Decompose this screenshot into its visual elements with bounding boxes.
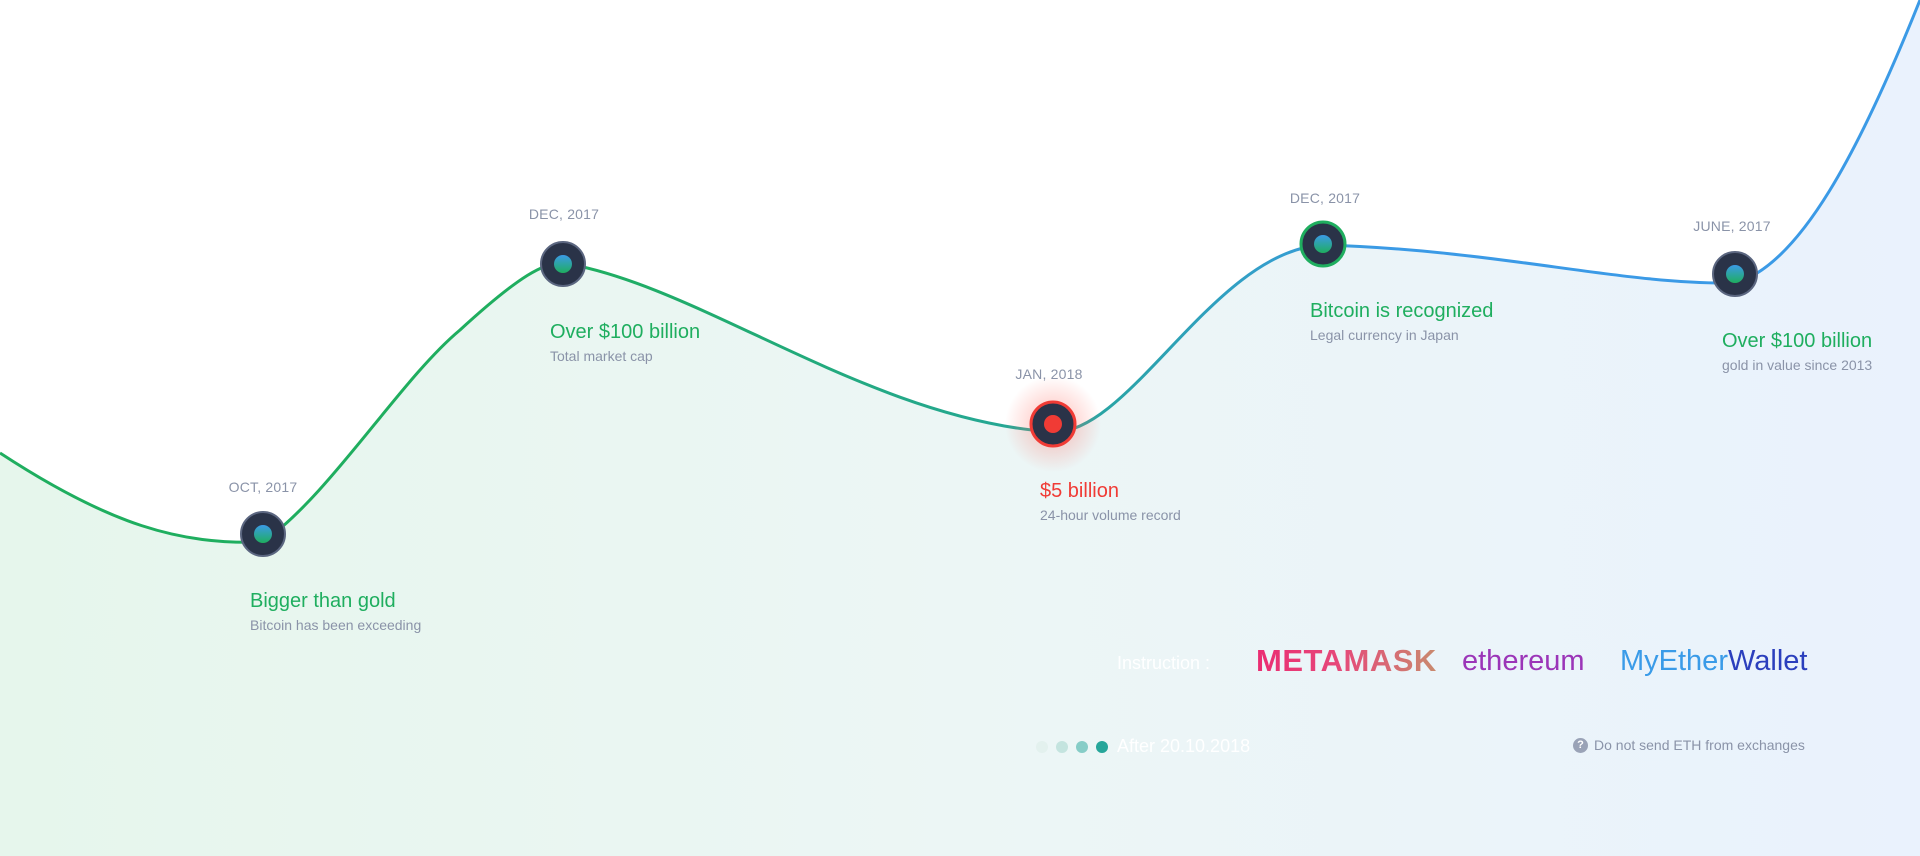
timeline-curve bbox=[0, 0, 1920, 856]
step-dot[interactable] bbox=[1076, 741, 1088, 753]
step-dot[interactable] bbox=[1096, 741, 1108, 753]
milestone-date: DEC, 2017 bbox=[1289, 190, 1361, 206]
milestone-node-1[interactable] bbox=[240, 511, 286, 557]
milestone-node-2[interactable] bbox=[540, 241, 586, 287]
ethereum-logo[interactable]: ethereum bbox=[1462, 645, 1585, 678]
exchange-notice: ? Do not send ETH from exchanges bbox=[1573, 737, 1805, 753]
milestone-node-5[interactable] bbox=[1712, 251, 1758, 297]
milestone-title: Bitcoin is recognized bbox=[1310, 300, 1494, 322]
question-icon[interactable]: ? bbox=[1573, 737, 1588, 753]
milestone-subtitle: Total market cap bbox=[550, 348, 653, 364]
milestone-node-3[interactable] bbox=[1005, 376, 1101, 472]
step-dot[interactable] bbox=[1036, 741, 1048, 753]
milestone-subtitle: gold in value since 2013 bbox=[1722, 357, 1873, 373]
myetherwallet-logo-part-b: Wallet bbox=[1727, 645, 1808, 677]
milestone-node-4[interactable] bbox=[1299, 220, 1347, 268]
node-inner bbox=[554, 255, 572, 273]
milestone-title: Bigger than gold bbox=[250, 590, 396, 612]
milestone-date: JUNE, 2017 bbox=[1693, 218, 1771, 234]
milestone-date: JAN, 2018 bbox=[1015, 366, 1083, 382]
myetherwallet-logo-part-a: MyEther bbox=[1620, 645, 1728, 677]
instruction-label: Instruction : bbox=[1117, 653, 1211, 673]
milestone-title: $5 billion bbox=[1040, 480, 1119, 502]
step-dots bbox=[1036, 741, 1108, 753]
milestone-title: Over $100 billion bbox=[550, 321, 701, 343]
exchange-notice-text: Do not send ETH from exchanges bbox=[1594, 737, 1805, 753]
milestone-subtitle: Legal currency in Japan bbox=[1310, 327, 1459, 343]
metamask-logo[interactable]: METAMASK bbox=[1256, 643, 1437, 679]
after-date-text: After 20.10.2018 bbox=[1117, 736, 1251, 756]
node-inner bbox=[1044, 415, 1062, 433]
milestone-date: OCT, 2017 bbox=[228, 479, 298, 495]
timeline-stage: OCT, 2017 Bigger than gold Bitcoin has b… bbox=[0, 0, 1920, 856]
curve-area-fill bbox=[0, 0, 1920, 856]
step-dot[interactable] bbox=[1056, 741, 1068, 753]
myetherwallet-logo[interactable]: MyEtherWallet bbox=[1620, 645, 1807, 678]
milestone-subtitle: Bitcoin has been exceeding bbox=[250, 617, 422, 633]
node-inner bbox=[1726, 265, 1744, 283]
milestone-title: Over $100 billion bbox=[1722, 330, 1873, 352]
node-inner bbox=[254, 525, 272, 543]
milestone-subtitle: 24-hour volume record bbox=[1040, 507, 1181, 523]
milestone-date: DEC, 2017 bbox=[528, 206, 600, 222]
node-inner bbox=[1314, 235, 1332, 253]
